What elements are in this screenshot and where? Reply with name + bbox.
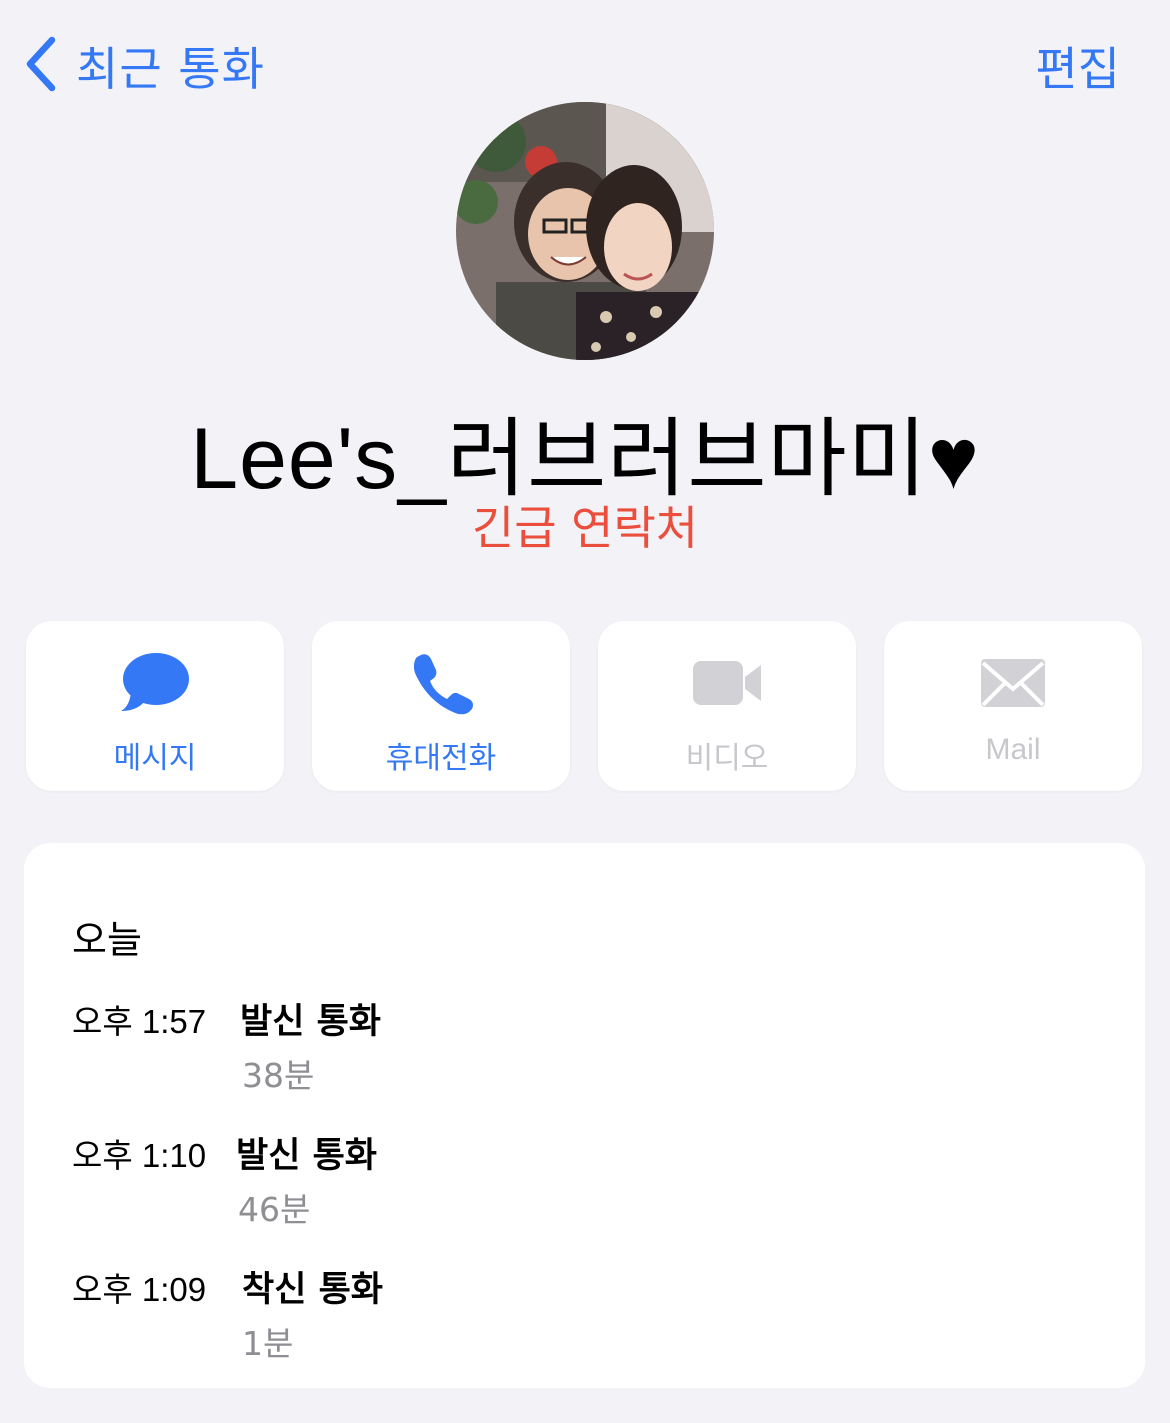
call-time: 오후 1:57 bbox=[72, 1003, 207, 1040]
edit-button[interactable]: 편집 bbox=[1035, 34, 1120, 98]
message-bubble-icon bbox=[119, 651, 191, 715]
video-action-label: 비디오 bbox=[685, 741, 769, 776]
video-action-button[interactable]: 비디오 bbox=[598, 621, 856, 791]
call-time: 오후 1:10 bbox=[72, 1137, 207, 1174]
phone-action-label: 휴대전화 bbox=[385, 741, 497, 776]
call-type: 발신 통화 bbox=[236, 1136, 377, 1176]
video-camera-icon bbox=[691, 651, 763, 715]
message-action-button[interactable]: 메시지 bbox=[26, 621, 284, 791]
phone-icon bbox=[405, 651, 477, 715]
chevron-left-icon bbox=[22, 34, 62, 98]
call-type: 착신 통화 bbox=[242, 1270, 383, 1310]
quick-actions: 메시지 휴대전화 비디오 Mail bbox=[26, 621, 1142, 791]
emergency-contact-label: 긴급 연락처 bbox=[471, 501, 699, 555]
envelope-icon bbox=[977, 651, 1049, 715]
message-action-label: 메시지 bbox=[113, 741, 197, 776]
mail-action-button[interactable]: Mail bbox=[884, 621, 1142, 791]
contact-detail-screen: 최근 통화 편집 Lee's_러브러브마미♥ 긴급 연락처 메시지 휴대전화 비… bbox=[0, 0, 1170, 1423]
call-type: 발신 통화 bbox=[240, 1002, 381, 1042]
call-duration: 38분 bbox=[242, 1056, 315, 1095]
back-button-label: 최근 통화 bbox=[76, 42, 265, 96]
phone-action-button[interactable]: 휴대전화 bbox=[312, 621, 570, 791]
call-duration: 46분 bbox=[238, 1190, 311, 1229]
call-history-card: 오늘 오후 1:57 발신 통화 38분 오후 1:10 발신 통화 46분 오… bbox=[24, 843, 1145, 1388]
call-duration: 1분 bbox=[242, 1324, 294, 1363]
call-time: 오후 1:09 bbox=[72, 1271, 207, 1308]
mail-action-label: Mail bbox=[985, 733, 1041, 766]
call-history-heading: 오늘 bbox=[72, 918, 142, 962]
back-button[interactable]: 최근 통화 bbox=[22, 34, 265, 98]
contact-avatar bbox=[456, 102, 714, 360]
